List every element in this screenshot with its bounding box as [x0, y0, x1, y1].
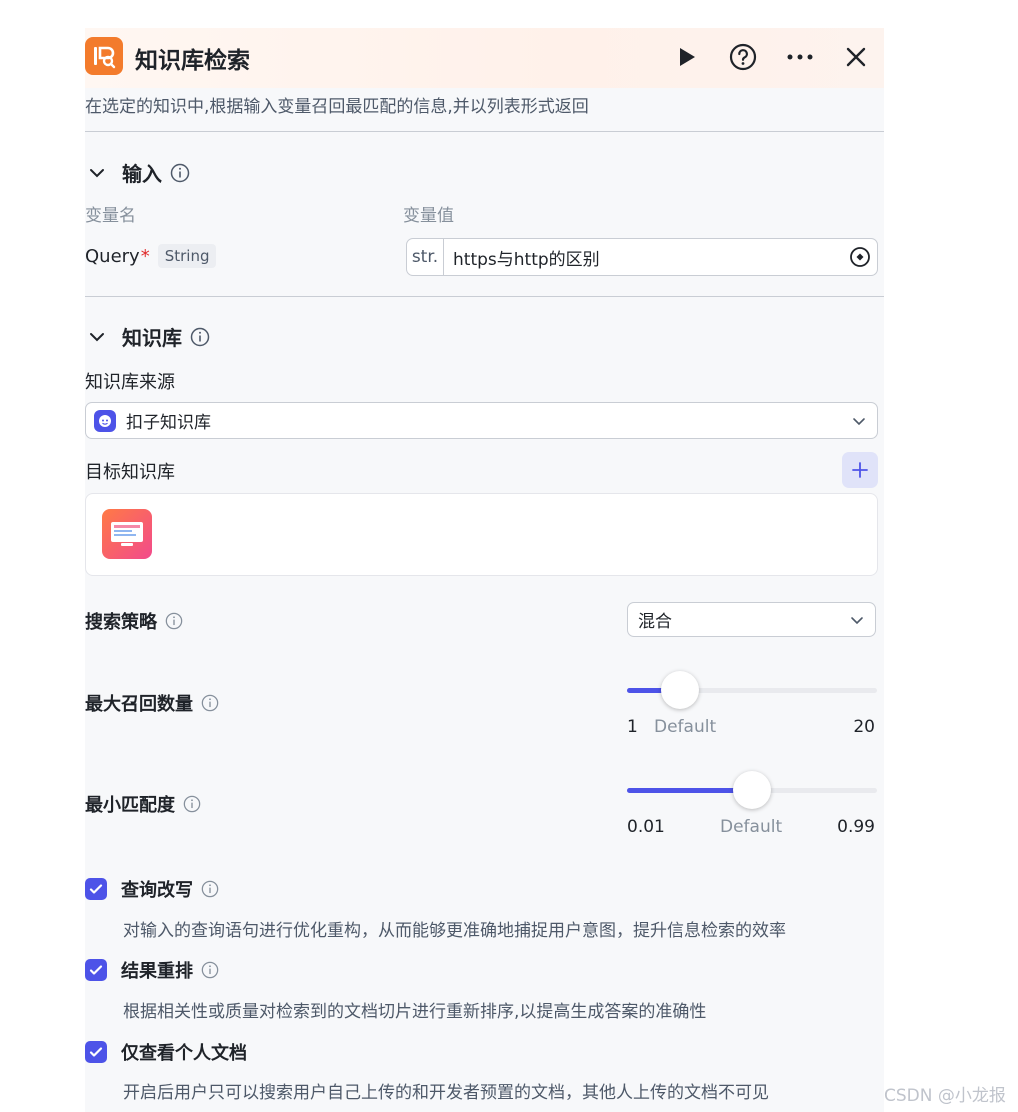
search-strategy-label: 搜索策略: [85, 608, 183, 634]
option-description: 开启后用户只可以搜索用户自己上传的和开发者预置的文档，其他人上传的文档不可见: [123, 1083, 769, 1103]
info-icon[interactable]: [201, 961, 219, 979]
chevron-down-icon: [841, 413, 877, 429]
knowledge-section-title: 知识库: [122, 326, 182, 350]
info-icon[interactable]: [165, 612, 183, 630]
watermark: CSDN @小龙报: [884, 1086, 1006, 1106]
slider-max-label: 0.99: [837, 817, 875, 837]
slider-max-label: 20: [853, 717, 875, 737]
input-section-title: 输入: [122, 162, 162, 186]
knowledge-source-label: 知识库来源: [85, 372, 175, 393]
chevron-down-icon: [839, 612, 875, 628]
help-icon[interactable]: [726, 40, 760, 74]
input-section-header[interactable]: 输入: [88, 158, 190, 187]
min-match-label-text: 最小匹配度: [85, 795, 175, 816]
max-recall-slider[interactable]: [627, 671, 877, 711]
slider-min-label: 1: [627, 717, 638, 737]
play-icon[interactable]: [670, 40, 704, 74]
slider-min-label: 0.01: [627, 817, 665, 837]
checkbox[interactable]: [85, 1041, 107, 1063]
info-icon[interactable]: [201, 880, 219, 898]
query-value-input[interactable]: str. https与http的区别: [406, 238, 878, 276]
checkbox[interactable]: [85, 959, 107, 981]
knowledge-item-card[interactable]: [85, 493, 878, 576]
variable-reference-icon[interactable]: [843, 246, 877, 268]
slider-default-label: Default: [654, 717, 717, 737]
value-type-prefix[interactable]: str.: [407, 239, 444, 275]
variable-value-column-label: 变量值: [403, 206, 454, 226]
check-icon: [89, 1047, 103, 1057]
option-label: 结果重排: [121, 961, 193, 982]
required-mark: *: [140, 245, 150, 267]
option-personal-docs-only[interactable]: 仅查看个人文档: [85, 1039, 247, 1065]
query-variable-name: Query: [85, 245, 140, 267]
option-label: 仅查看个人文档: [121, 1043, 247, 1064]
chevron-down-icon[interactable]: [88, 164, 106, 182]
divider: [85, 131, 884, 132]
search-strategy-select[interactable]: 混合: [627, 602, 876, 637]
min-match-label: 最小匹配度: [85, 791, 201, 817]
knowledge-source-value: 扣子知识库: [126, 413, 211, 433]
slider-thumb[interactable]: [733, 771, 771, 809]
search-strategy-label-text: 搜索策略: [85, 612, 157, 633]
knowledge-retrieval-node-panel: 知识库检索 在选定的知识中,根据输入变量召回最匹配的信息,并以列表形式返回 输入…: [85, 28, 884, 1112]
node-header: 知识库检索: [85, 28, 884, 88]
option-result-rerank[interactable]: 结果重排: [85, 957, 219, 983]
checkbox[interactable]: [85, 878, 107, 900]
divider: [85, 296, 884, 297]
plus-icon: [852, 462, 868, 478]
more-icon[interactable]: [783, 40, 817, 74]
knowledge-source-select[interactable]: 扣子知识库: [85, 402, 878, 439]
chevron-down-icon[interactable]: [88, 328, 106, 346]
info-icon[interactable]: [170, 163, 190, 183]
knowledge-section-header[interactable]: 知识库: [88, 322, 210, 351]
type-badge: String: [157, 244, 217, 268]
query-variable-row: Query * String: [85, 244, 217, 268]
coze-knowledge-icon: [94, 409, 116, 432]
check-icon: [89, 965, 103, 975]
node-title: 知识库检索: [135, 48, 250, 74]
info-icon[interactable]: [190, 327, 210, 347]
add-knowledge-button[interactable]: [842, 452, 878, 488]
target-knowledge-label: 目标知识库: [85, 462, 175, 483]
option-query-rewrite[interactable]: 查询改写: [85, 876, 219, 902]
max-recall-label-text: 最大召回数量: [85, 694, 193, 715]
variable-name-column-label: 变量名: [85, 206, 136, 226]
search-strategy-value: 混合: [638, 612, 672, 632]
option-description: 根据相关性或质量对检索到的文档切片进行重新排序,以提高生成答案的准确性: [123, 1002, 707, 1022]
option-description: 对输入的查询语句进行优化重构，从而能够更准确地捕捉用户意图，提升信息检索的效率: [123, 921, 786, 941]
slider-default-label: Default: [720, 817, 783, 837]
node-description: 在选定的知识中,根据输入变量召回最匹配的信息,并以列表形式返回: [85, 97, 589, 117]
close-icon[interactable]: [839, 40, 873, 74]
option-label: 查询改写: [121, 880, 193, 901]
slider-thumb[interactable]: [660, 671, 699, 709]
info-icon[interactable]: [201, 694, 219, 712]
max-recall-label: 最大召回数量: [85, 690, 219, 716]
knowledge-logo-icon: [85, 37, 123, 75]
check-icon: [89, 884, 103, 894]
query-value-text[interactable]: https与http的区别: [444, 245, 843, 270]
knowledge-thumbnail: [102, 509, 152, 559]
info-icon[interactable]: [183, 795, 201, 813]
min-match-slider[interactable]: [627, 771, 877, 811]
